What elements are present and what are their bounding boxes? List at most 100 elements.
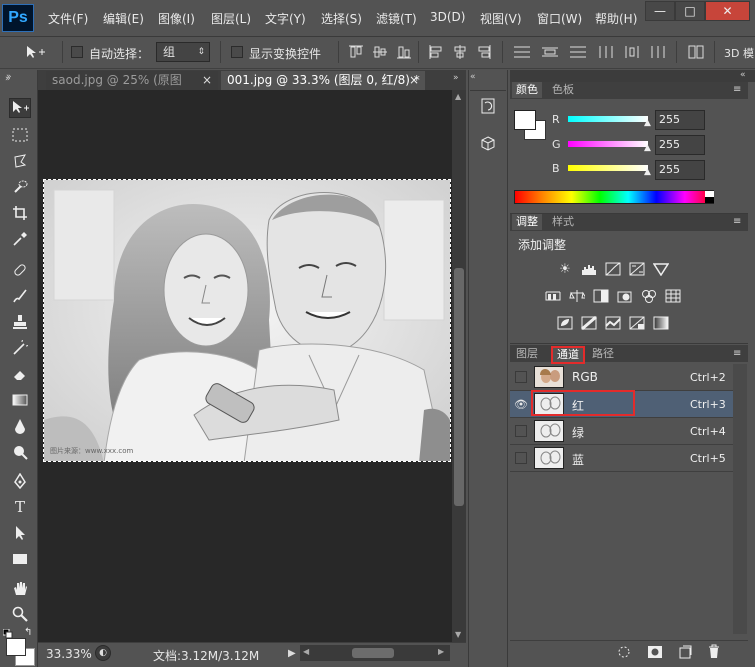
tab-saod-jpg[interactable]: saod.jpg @ 25% (原图 × [46, 71, 218, 90]
posterize-icon[interactable] [581, 315, 597, 331]
status-info-icon[interactable]: ◐ [95, 645, 111, 661]
eye-icon[interactable]: 👁 [513, 397, 529, 411]
align-right-icon[interactable] [476, 44, 492, 63]
rectangle-tool-icon[interactable] [9, 549, 31, 569]
menu-layer[interactable]: 图层(L) [211, 10, 251, 27]
menu-select[interactable]: 选择(S) [321, 10, 362, 27]
r-slider-handle[interactable]: ▲ [644, 118, 651, 128]
menu-view[interactable]: 视图(V) [480, 10, 522, 27]
foreground-color-swatch[interactable] [6, 638, 26, 656]
type-tool-icon[interactable]: T [9, 497, 31, 517]
minimize-button[interactable]: — [645, 1, 675, 21]
photo-filter-icon[interactable] [617, 288, 633, 304]
align-vcenter-icon[interactable] [372, 44, 388, 63]
tab-close-icon[interactable]: × [202, 71, 212, 90]
history-brush-tool-icon[interactable] [9, 338, 31, 358]
history-panel-icon[interactable] [477, 95, 499, 117]
color-lookup-icon[interactable] [665, 288, 681, 304]
g-value-field[interactable]: 255 [655, 135, 705, 155]
vertical-scrollbar-thumb[interactable] [454, 268, 464, 506]
vibrance-icon[interactable] [545, 288, 561, 304]
new-channel-icon[interactable] [678, 645, 692, 662]
path-selection-tool-icon[interactable] [9, 523, 31, 543]
gradient-triangle-icon[interactable] [653, 261, 669, 277]
pen-tool-icon[interactable] [9, 471, 31, 491]
align-bottom-icon[interactable] [396, 44, 412, 63]
menu-type[interactable]: 文字(Y) [265, 10, 306, 27]
distribute-bottom-icon[interactable] [568, 44, 588, 63]
color-balance-icon[interactable] [569, 288, 585, 304]
healing-brush-tool-icon[interactable] [9, 260, 31, 280]
panel-menu-icon[interactable]: ≡ [733, 348, 741, 359]
channel-mixer-icon[interactable] [641, 288, 657, 304]
dock-collapse-icon[interactable]: « [470, 72, 476, 82]
align-top-icon[interactable] [348, 44, 364, 63]
blur-tool-icon[interactable] [9, 416, 31, 436]
panel-collapse-icon[interactable]: « [740, 70, 746, 80]
scroll-right-arrow-icon[interactable]: ▶ [438, 647, 444, 656]
tab-001-jpg[interactable]: 001.jpg @ 33.3% (图层 0, 红/8) * × [221, 71, 425, 90]
show-transform-checkbox[interactable] [231, 46, 243, 58]
gradient-tool-icon[interactable] [9, 390, 31, 410]
auto-align-icon[interactable] [686, 44, 706, 63]
r-slider[interactable] [568, 116, 648, 122]
brush-tool-icon[interactable] [9, 286, 31, 306]
panel-menu-icon[interactable]: ≡ [733, 216, 741, 227]
tab-paths[interactable]: 路径 [588, 346, 618, 362]
document-image[interactable]: 图片来源：www.xxx.com [43, 179, 451, 462]
menu-help[interactable]: 帮助(H) [595, 10, 637, 27]
move-tool-icon[interactable] [24, 44, 46, 64]
maximize-button[interactable]: □ [675, 1, 705, 21]
exposure-icon[interactable] [629, 261, 645, 277]
distribute-vcenter-icon[interactable] [540, 44, 560, 63]
auto-select-checkbox[interactable] [71, 46, 83, 58]
3d-panel-icon[interactable] [477, 133, 499, 155]
eraser-tool-icon[interactable] [9, 364, 31, 384]
visibility-toggle[interactable] [515, 371, 527, 383]
foreground-swatch[interactable] [514, 110, 536, 130]
distribute-top-icon[interactable] [512, 44, 532, 63]
zoom-tool-icon[interactable] [9, 604, 31, 624]
visibility-toggle[interactable] [515, 425, 527, 437]
invert-icon[interactable] [557, 315, 573, 331]
crop-tool-icon[interactable] [9, 203, 31, 223]
quick-select-tool-icon[interactable] [9, 177, 31, 197]
tab-channels[interactable]: 通道 [551, 346, 585, 364]
status-menu-arrow-icon[interactable]: ▶ [288, 648, 296, 659]
tab-layers[interactable]: 图层 [512, 346, 542, 362]
swap-colors-icon[interactable]: ↰ [24, 627, 32, 638]
selective-color-icon[interactable] [629, 315, 645, 331]
distribute-left-icon[interactable] [596, 44, 616, 63]
move-tool-icon[interactable] [9, 98, 31, 118]
marquee-tool-icon[interactable] [9, 125, 31, 145]
tab-color[interactable]: 颜色 [512, 82, 542, 98]
trash-icon[interactable] [707, 644, 721, 662]
distribute-hcenter-icon[interactable] [622, 44, 642, 63]
auto-select-dropdown[interactable]: 组 ⇕ [156, 42, 210, 62]
g-slider[interactable] [568, 141, 648, 147]
gradient-map-icon[interactable] [653, 315, 669, 331]
menu-edit[interactable]: 编辑(E) [103, 10, 144, 27]
visibility-toggle[interactable] [515, 452, 527, 464]
threshold-icon[interactable] [605, 315, 621, 331]
spectrum-black-swatch[interactable] [705, 197, 714, 203]
eyedropper-tool-icon[interactable] [9, 229, 31, 249]
b-slider[interactable] [568, 165, 648, 171]
levels-icon[interactable] [581, 261, 597, 277]
distribute-right-icon[interactable] [648, 44, 668, 63]
dodge-tool-icon[interactable] [9, 442, 31, 462]
panel-menu-icon[interactable]: ≡ [733, 84, 741, 95]
tab-swatches[interactable]: 色板 [548, 82, 578, 98]
menu-3d[interactable]: 3D(D) [430, 10, 465, 24]
tab-adjustments[interactable]: 调整 [512, 214, 542, 230]
black-white-icon[interactable] [593, 288, 609, 304]
brightness-contrast-icon[interactable]: ☀ [557, 261, 573, 277]
zoom-level[interactable]: 33.33% [46, 647, 92, 661]
tab-strip-arrows-icon[interactable]: » [5, 70, 11, 84]
b-value-field[interactable]: 255 [655, 160, 705, 180]
channels-scrollbar[interactable] [733, 364, 747, 634]
tab-styles[interactable]: 样式 [548, 214, 578, 230]
lasso-tool-icon[interactable] [9, 151, 31, 171]
scroll-up-arrow-icon[interactable]: ▲ [455, 92, 461, 101]
g-slider-handle[interactable]: ▲ [644, 143, 651, 153]
